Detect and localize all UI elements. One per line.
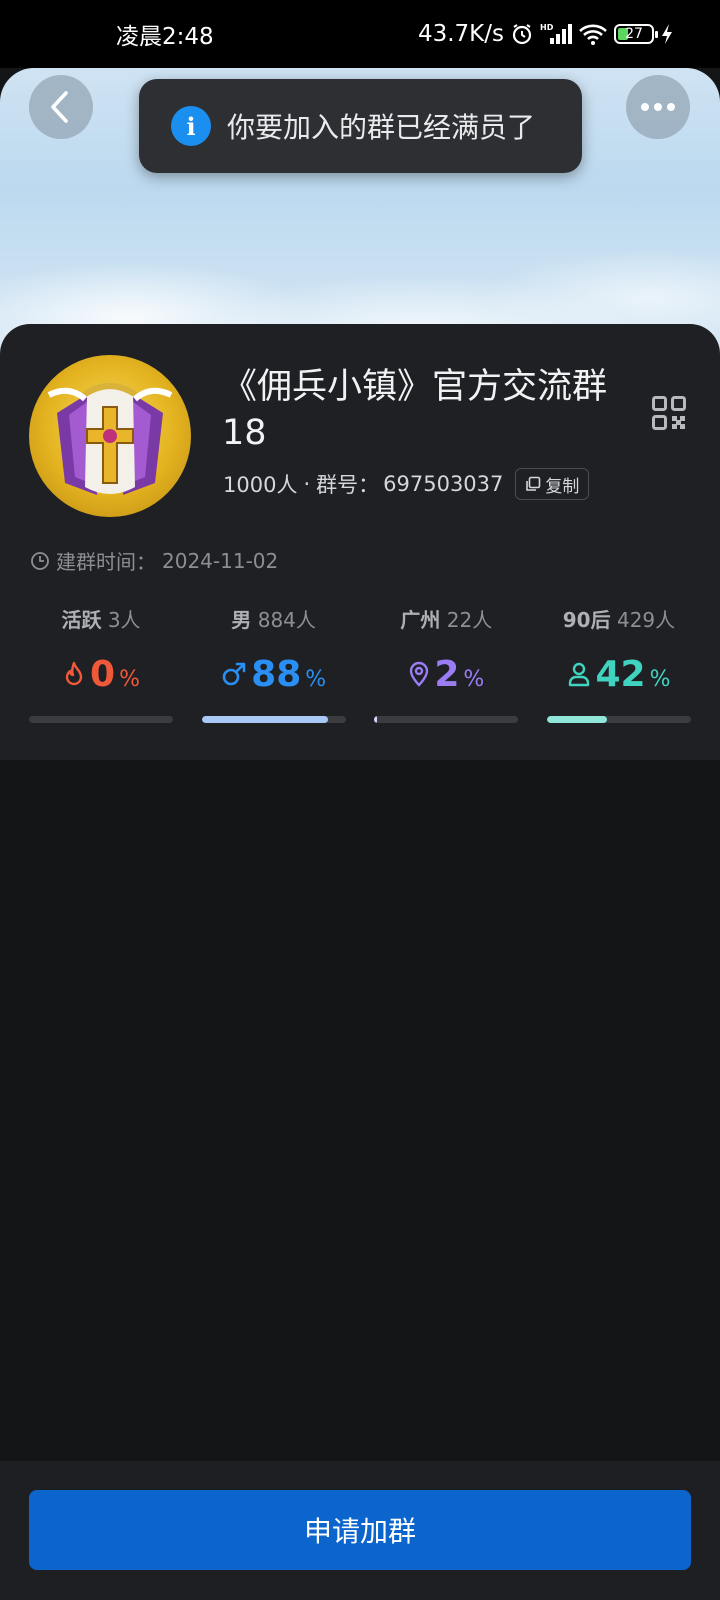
stat-progress-fill <box>201 716 329 723</box>
group-name: 《佣兵小镇》官方交流群18 <box>222 367 608 453</box>
stat-progress-fill <box>546 716 608 723</box>
created-date-row: 建群时间： 2024-11-02 <box>30 546 278 575</box>
stat-count: 3人 <box>107 608 141 632</box>
person-icon <box>569 662 590 687</box>
stat-percent: 88 <box>251 653 302 695</box>
created-label: 建群时间： <box>56 550 156 574</box>
wifi-icon <box>579 24 607 45</box>
stat-percent: 2 <box>434 653 460 695</box>
stat-label: 活跃 3人 <box>29 604 173 636</box>
stat-count: 429人 <box>616 608 676 632</box>
stat-value: 42 % <box>547 652 691 696</box>
copy-icon <box>526 476 541 491</box>
stat-progress-bar <box>201 716 346 723</box>
stat-progress-bar <box>374 716 519 723</box>
copy-button[interactable]: 复制 <box>515 468 590 500</box>
svg-text:HD: HD <box>540 23 554 32</box>
stat-progress-bar <box>29 716 173 723</box>
network-speed: 43.7K/s <box>417 21 504 47</box>
stat-percent-unit: % <box>463 666 485 692</box>
stat-title: 90后 <box>562 608 611 632</box>
info-icon: i <box>171 106 211 146</box>
armor-emblem-image <box>47 383 173 495</box>
group-meta: 1000人 · 群号： 697503037 复制 <box>223 467 590 501</box>
group-stats: 活跃 3人 0 % 男 884人 88 % 广州 22人 2 % 90后 429… <box>29 604 691 723</box>
stat-percent-unit: % <box>119 666 140 692</box>
stat-label: 男 884人 <box>202 604 346 636</box>
meta-separator: · <box>303 472 311 496</box>
stat-label: 广州 22人 <box>374 604 518 636</box>
battery-icon: 27 <box>614 24 658 44</box>
copy-label: 复制 <box>545 476 580 497</box>
stat-percent-unit: % <box>305 666 327 692</box>
stat-title: 男 <box>231 608 252 632</box>
stat-value: 0 % <box>29 652 173 696</box>
more-options-button[interactable] <box>626 75 690 139</box>
back-button[interactable] <box>29 75 93 139</box>
charging-icon <box>662 24 672 44</box>
qr-code-icon[interactable] <box>652 396 686 430</box>
stat-percent: 42 <box>595 653 646 695</box>
more-dots-icon <box>641 103 675 111</box>
toast-message: 你要加入的群已经满员了 <box>227 111 536 144</box>
stat-percent: 0 <box>90 653 116 695</box>
group-profile-screen: 凌晨2:48 43.7K/s HD 27 i 你要加入的群已经满员了 《佣兵小镇… <box>0 0 720 1600</box>
clock-icon <box>31 551 49 570</box>
toast-notification: i 你要加入的群已经满员了 <box>139 79 582 173</box>
stat-male[interactable]: 男 884人 88 % <box>201 604 346 723</box>
hd-signal-icon: HD <box>540 23 572 44</box>
stat-count: 884人 <box>257 608 316 632</box>
status-bar: 凌晨2:48 43.7K/s HD 27 <box>0 0 720 68</box>
join-group-button[interactable]: 申请加群 <box>29 1490 691 1570</box>
stat-value: 88 % <box>202 652 346 696</box>
male-icon <box>222 662 246 686</box>
stat-age[interactable]: 90后 429人 42 % <box>546 604 691 723</box>
group-number-label: 群号： <box>316 473 380 497</box>
group-info-card: 《佣兵小镇》官方交流群18 1000人 · 群号： 697503037 复制 建… <box>0 324 720 760</box>
status-icons: 43.7K/s HD 27 <box>418 21 674 47</box>
stat-progress-bar <box>546 716 691 723</box>
group-number: 697503037 <box>383 472 504 496</box>
stat-count: 22人 <box>446 608 493 632</box>
stat-title: 活跃 <box>61 608 102 632</box>
created-date: 2024-11-02 <box>162 548 279 573</box>
status-time: 凌晨2:48 <box>116 24 214 50</box>
stat-active[interactable]: 活跃 3人 0 % <box>29 604 173 723</box>
alarm-icon <box>512 24 532 45</box>
stat-percent-unit: % <box>649 666 671 692</box>
battery-level: 27 <box>625 26 643 42</box>
stat-label: 90后 429人 <box>547 604 691 636</box>
stat-progress-fill <box>374 716 378 723</box>
location-pin-icon <box>410 661 429 687</box>
flame-icon <box>65 661 83 686</box>
stat-title: 广州 <box>400 608 441 632</box>
member-count: 1000人 <box>223 473 298 497</box>
stat-value: 2 % <box>374 652 518 696</box>
group-avatar[interactable] <box>29 355 191 517</box>
stat-location[interactable]: 广州 22人 2 % <box>374 604 519 723</box>
chevron-left-icon <box>51 91 68 123</box>
